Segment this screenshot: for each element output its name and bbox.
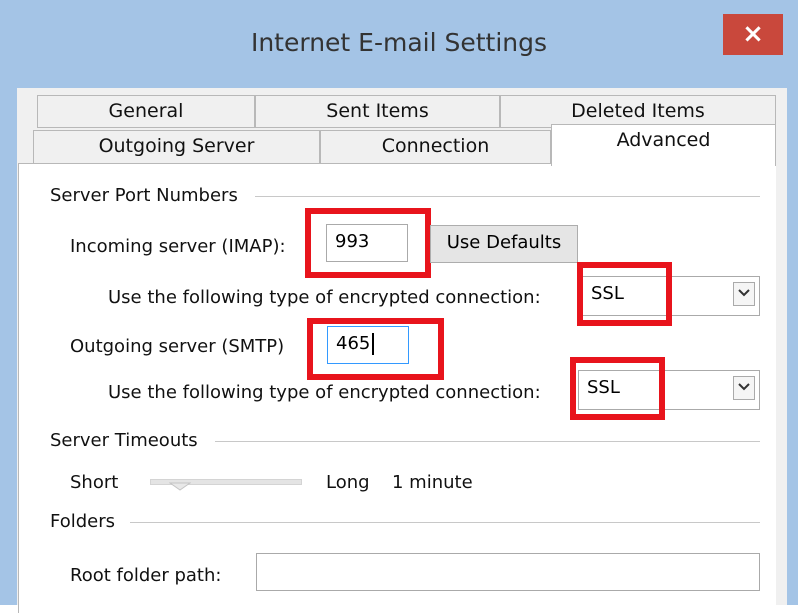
highlight-box	[577, 262, 672, 326]
title-bar: Internet E-mail Settings ×	[0, 0, 798, 88]
tab-outgoing-server[interactable]: Outgoing Server	[33, 130, 320, 165]
close-icon: ×	[742, 19, 764, 49]
tab-label: Deleted Items	[571, 100, 705, 122]
window-title: Internet E-mail Settings	[250, 28, 548, 57]
root-folder-label: Root folder path:	[70, 565, 222, 586]
encryption-label: Use the following type of encrypted conn…	[108, 382, 541, 403]
highlight-box	[307, 318, 444, 380]
tab-label: General	[108, 100, 184, 122]
tab-general[interactable]: General	[37, 95, 255, 128]
tab-sent-items[interactable]: Sent Items	[255, 95, 500, 128]
highlight-box	[305, 208, 431, 278]
use-defaults-button[interactable]: Use Defaults	[430, 225, 578, 263]
tab-label: Advanced	[616, 129, 711, 151]
server-port-numbers-heading: Server Port Numbers	[50, 185, 244, 206]
tab-connection[interactable]: Connection	[320, 130, 551, 165]
timeout-long-label: Long	[326, 472, 370, 493]
tab-advanced[interactable]: Advanced	[551, 124, 776, 166]
tab-label: Outgoing Server	[98, 135, 255, 157]
group-divider	[255, 196, 760, 197]
timeout-value: 1 minute	[392, 472, 473, 493]
incoming-server-label: Incoming server (IMAP):	[70, 236, 286, 257]
outgoing-server-label: Outgoing server (SMTP)	[70, 336, 285, 357]
highlight-box	[570, 357, 665, 420]
folders-heading: Folders	[50, 511, 122, 532]
tab-label: Connection	[381, 135, 490, 157]
tab-label: Sent Items	[326, 100, 429, 122]
group-divider	[130, 522, 760, 523]
group-divider	[215, 441, 760, 442]
timeout-slider[interactable]	[150, 476, 302, 491]
dropdown-arrow[interactable]	[733, 282, 755, 306]
timeout-short-label: Short	[70, 472, 119, 493]
root-folder-input[interactable]	[256, 553, 760, 591]
encryption-label: Use the following type of encrypted conn…	[108, 287, 541, 308]
dropdown-arrow[interactable]	[733, 376, 755, 400]
slider-thumb[interactable]	[168, 476, 192, 491]
server-timeouts-heading: Server Timeouts	[50, 430, 204, 451]
close-button[interactable]: ×	[723, 14, 783, 55]
